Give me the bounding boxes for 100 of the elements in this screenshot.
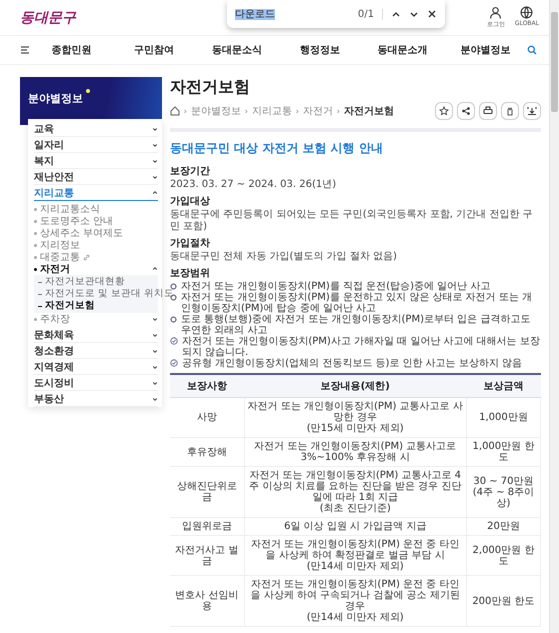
chevron-up-icon xyxy=(152,190,158,196)
nav-link[interactable]: 행정정보 xyxy=(278,43,362,57)
table-cell: 20만원 xyxy=(466,518,540,536)
table-cell: 자전거 또는 개인형이동장치(PM) 운전 중 타인을 사상케 하여 구속되거나 검찰에 공소 제기된 경우 (만14세 미만자 제외) xyxy=(244,576,466,626)
chevron-down-icon xyxy=(152,348,158,354)
chevron-down-icon xyxy=(152,142,158,148)
print-button[interactable] xyxy=(479,102,497,120)
circle-icon xyxy=(170,316,177,323)
chevron-right-icon xyxy=(183,108,188,114)
logo[interactable]: 동대문구 xyxy=(20,8,76,26)
chevron-down-icon xyxy=(152,396,158,402)
submenu-item[interactable]: 자전거 xyxy=(34,263,158,275)
menu-item[interactable]: 문화체육 xyxy=(34,327,158,343)
menu-item[interactable]: 지리교통 xyxy=(34,185,158,201)
nav-link[interactable]: 종합민원 xyxy=(30,43,113,57)
menu-item[interactable]: 교육 xyxy=(34,121,158,137)
breadcrumb-link[interactable]: 지리교통 xyxy=(252,104,292,118)
table-cell: 자전거 또는 개인형이동장치(PM) 교통사고로 사망한 경우 (만15세 미만자 제외) xyxy=(244,398,466,438)
table-cell: 6일 이상 입원 시 가입금액 지급 xyxy=(244,518,466,536)
nav-link[interactable]: 구민참여 xyxy=(112,43,196,57)
chevron-down-icon xyxy=(152,126,158,132)
list-text: 공유형 개인형이동장치(업체의 전동킥보드 등)로 인한 사고는 보상하지 않음 xyxy=(182,358,522,369)
close-icon[interactable] xyxy=(427,9,437,19)
table-cell: 1,000만원 한도 xyxy=(466,438,540,466)
list-text: 도로 통행(보행)중에 자전거 또는 개인형이동장치(PM)로부터 입은 급격하고도 우연한 외래의 사고 xyxy=(181,314,532,336)
page-title: 자전거보험 xyxy=(170,77,251,98)
circle-icon xyxy=(170,283,177,290)
table-cell: 자전거 또는 개인형이동장치(PM) 교통사고로 4주 이상의 치료를 요하는 진단을 받은 경우 진단일에 따라 1회 지급 (최초 진단기준) xyxy=(244,466,466,518)
breadcrumb-link[interactable]: 자전거 xyxy=(303,104,333,118)
section-text: 2023. 03. 27 ~ 2024. 03. 26(1년) xyxy=(170,179,338,191)
chevron-up-icon xyxy=(152,266,158,272)
star-icon xyxy=(439,106,449,116)
chevron-down-icon xyxy=(152,316,158,322)
submenu-link[interactable]: 자전거도로 및 보관대 위치도 xyxy=(45,288,174,300)
submenu-item[interactable]: 대중교통 xyxy=(34,251,158,263)
table-cell: 입원위로금 xyxy=(170,518,244,536)
chevron-right-icon xyxy=(295,108,300,114)
column-header: 보상금액 xyxy=(466,374,540,398)
table-cell: 후유장해 xyxy=(170,438,244,466)
column-header: 보장사항 xyxy=(170,374,244,398)
submenu-item[interactable]: 도로명주소 안내 xyxy=(34,215,158,227)
dot-icon xyxy=(86,89,90,93)
table-cell: 30 ~ 70만원 (4주 ~ 8주이상) xyxy=(466,466,540,518)
download-button[interactable] xyxy=(523,102,541,120)
favorite-button[interactable] xyxy=(435,102,453,120)
submenu-link[interactable]: 자전거보험 xyxy=(45,300,95,312)
column-header: 보장내용(제한) xyxy=(244,374,466,398)
section-text: 동대문구민 전체 자동 가입(별도의 가입 절차 없음) xyxy=(170,251,398,263)
menu-item[interactable]: 지역경제 xyxy=(34,359,158,375)
table-cell: 200만원 한도 xyxy=(466,576,540,626)
nav-link[interactable]: 동대문소개 xyxy=(361,43,444,57)
submenu-item[interactable]: 지리교통소식 xyxy=(34,203,158,215)
menu-item[interactable]: 부동산 xyxy=(34,391,158,407)
download-icon xyxy=(527,106,537,116)
hand-icon xyxy=(505,106,515,116)
share-icon xyxy=(461,106,471,116)
section-title: 가입대상 xyxy=(170,195,211,208)
submenu-link[interactable]: 자전거보관대현황 xyxy=(45,276,125,288)
chevron-right-icon xyxy=(336,108,341,114)
content-heading: 동대문구민 대상 자전거 보험 시행 안내 xyxy=(170,140,384,157)
find-field[interactable]: 다운로드 xyxy=(235,7,350,21)
table-cell: 자전거 또는 개인형이동장치(PM) 운전 중 타인을 사상케 하여 확정판결로 벌금 부담 시 (만14세 미만자 제외) xyxy=(244,536,466,576)
table-cell: 2,000만원 한도 xyxy=(466,536,540,576)
menu-item[interactable]: 재난안전 xyxy=(34,169,158,185)
table-cell: 자전거사고 벌금 xyxy=(170,536,244,576)
submenu-item[interactable]: 상세주소 부여제도 xyxy=(34,227,158,239)
check-circle-icon xyxy=(170,337,178,345)
nav-link[interactable]: 동대문소식 xyxy=(196,43,278,57)
breadcrumb-link[interactable]: 자전거보험 xyxy=(344,104,394,118)
table-cell: 사망 xyxy=(170,398,244,438)
list-text: 자전거 또는 개인형이동장치(PM)사고 가해자일 때 일어난 사고에 대해서는 보장되지 않습니다. xyxy=(182,336,541,358)
chevron-down-icon xyxy=(152,332,158,338)
hand-button[interactable] xyxy=(501,102,519,120)
section-title: 가입절차 xyxy=(170,237,211,250)
chevron-down-icon xyxy=(152,174,158,180)
home-icon[interactable] xyxy=(170,106,180,116)
section-text: 동대문구에 주민등록이 되어있는 모든 구민(외국인등록자 포함, 기간내 전입한 구민 포함) xyxy=(170,209,534,233)
table-cell: 변호사 선임비용 xyxy=(170,576,244,626)
scrollbar[interactable] xyxy=(549,0,559,633)
globe-icon xyxy=(520,6,534,19)
menu-item[interactable]: 청소환경 xyxy=(34,343,158,359)
menu-icon[interactable] xyxy=(20,45,30,55)
section-title: 보장범위 xyxy=(170,267,211,280)
match-count: 0/1 xyxy=(358,8,383,20)
breadcrumb-link[interactable]: 분야별정보 xyxy=(191,104,241,118)
section-title: 보장기간 xyxy=(170,165,211,178)
menu-item[interactable]: 복지 xyxy=(34,153,158,169)
menu-item[interactable]: 일자리 xyxy=(34,137,158,153)
search-icon[interactable] xyxy=(526,45,537,55)
menu-item[interactable]: 도시정비 xyxy=(34,375,158,391)
list-text: 자전거 또는 개인형이동장치(PM)를 운전하고 있지 않은 상태로 자전거 또는 개인형이동장치(PM)에 탑승 중에 일어난 사고 xyxy=(181,292,534,314)
submenu-item[interactable]: 주차장 xyxy=(34,313,158,325)
share-button[interactable] xyxy=(457,102,475,120)
chevron-down-icon xyxy=(152,158,158,164)
chevron-right-icon xyxy=(244,108,249,114)
nav-link[interactable]: 분야별정보 xyxy=(444,43,527,57)
link-icon xyxy=(83,254,90,260)
chevron-down-icon xyxy=(152,364,158,370)
chevron-down-icon xyxy=(152,380,158,386)
submenu-item[interactable]: 지리정보 xyxy=(34,239,158,251)
